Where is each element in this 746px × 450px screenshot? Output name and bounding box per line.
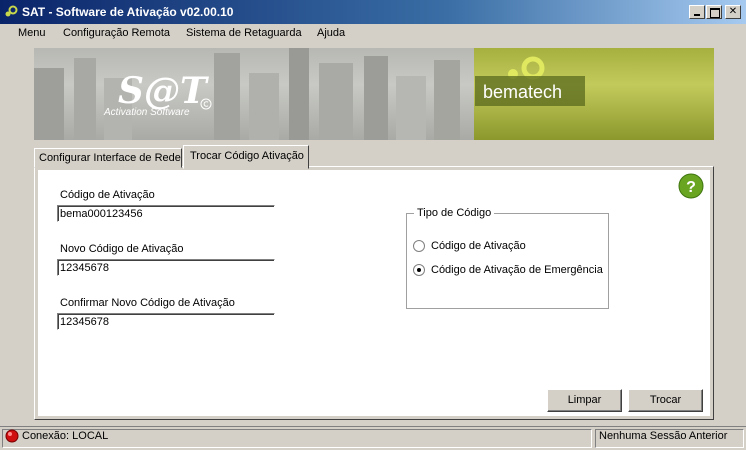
trocar-button[interactable]: Trocar	[628, 389, 703, 412]
copyright-icon	[200, 98, 212, 110]
limpar-button[interactable]: Limpar	[547, 389, 622, 412]
confirmar-codigo-input[interactable]	[57, 313, 275, 330]
confirmar-codigo-label: Confirmar Novo Código de Ativação	[60, 297, 235, 309]
maximize-button[interactable]	[706, 5, 722, 19]
connection-status-text: Conexão: LOCAL	[22, 430, 109, 442]
menu-item-configuracao-remota[interactable]: Configuração Remota	[63, 27, 170, 39]
minimize-button[interactable]	[689, 5, 705, 19]
codigo-ativacao-label: Código de Ativação	[60, 189, 155, 201]
radio-codigo-ativacao-label[interactable]: Código de Ativação	[431, 240, 526, 252]
sat-app-icon	[5, 5, 18, 17]
sat-logo: S@T	[118, 70, 207, 112]
help-glyph: ?	[686, 179, 696, 196]
tab-configurar-interface-rede[interactable]: Configurar Interface de Rede	[34, 148, 182, 168]
city-skyline-image	[34, 48, 460, 140]
radio-codigo-emergencia[interactable]	[413, 264, 425, 276]
tab-trocar-codigo-ativacao[interactable]: Trocar Código Ativação	[183, 145, 309, 169]
title-bar: SAT - Software de Ativação v02.00.10	[0, 0, 746, 24]
codigo-ativacao-input[interactable]	[57, 205, 275, 222]
menu-item-sistema-retaguarda[interactable]: Sistema de Retaguarda	[186, 27, 302, 39]
window-title: SAT - Software de Ativação v02.00.10	[22, 5, 234, 19]
novo-codigo-label: Novo Código de Ativação	[60, 243, 184, 255]
novo-codigo-input[interactable]	[57, 259, 275, 276]
radio-codigo-ativacao[interactable]	[413, 240, 425, 252]
session-status-text: Nenhuma Sessão Anterior	[599, 430, 728, 442]
tipo-codigo-title: Tipo de Código	[414, 207, 495, 219]
help-icon[interactable]: ?	[678, 173, 704, 199]
radio-codigo-emergencia-label[interactable]: Código de Ativação de Emergência	[431, 264, 603, 276]
bematech-brand: bematech	[483, 82, 563, 102]
connection-status-icon	[5, 429, 19, 443]
menu-item-ajuda[interactable]: Ajuda	[317, 27, 345, 39]
tipo-codigo-group	[406, 213, 609, 309]
close-button[interactable]: ✕	[725, 5, 741, 19]
menu-item-menu[interactable]: Menu	[18, 27, 46, 39]
sat-subtitle: Activation Software	[104, 107, 190, 118]
